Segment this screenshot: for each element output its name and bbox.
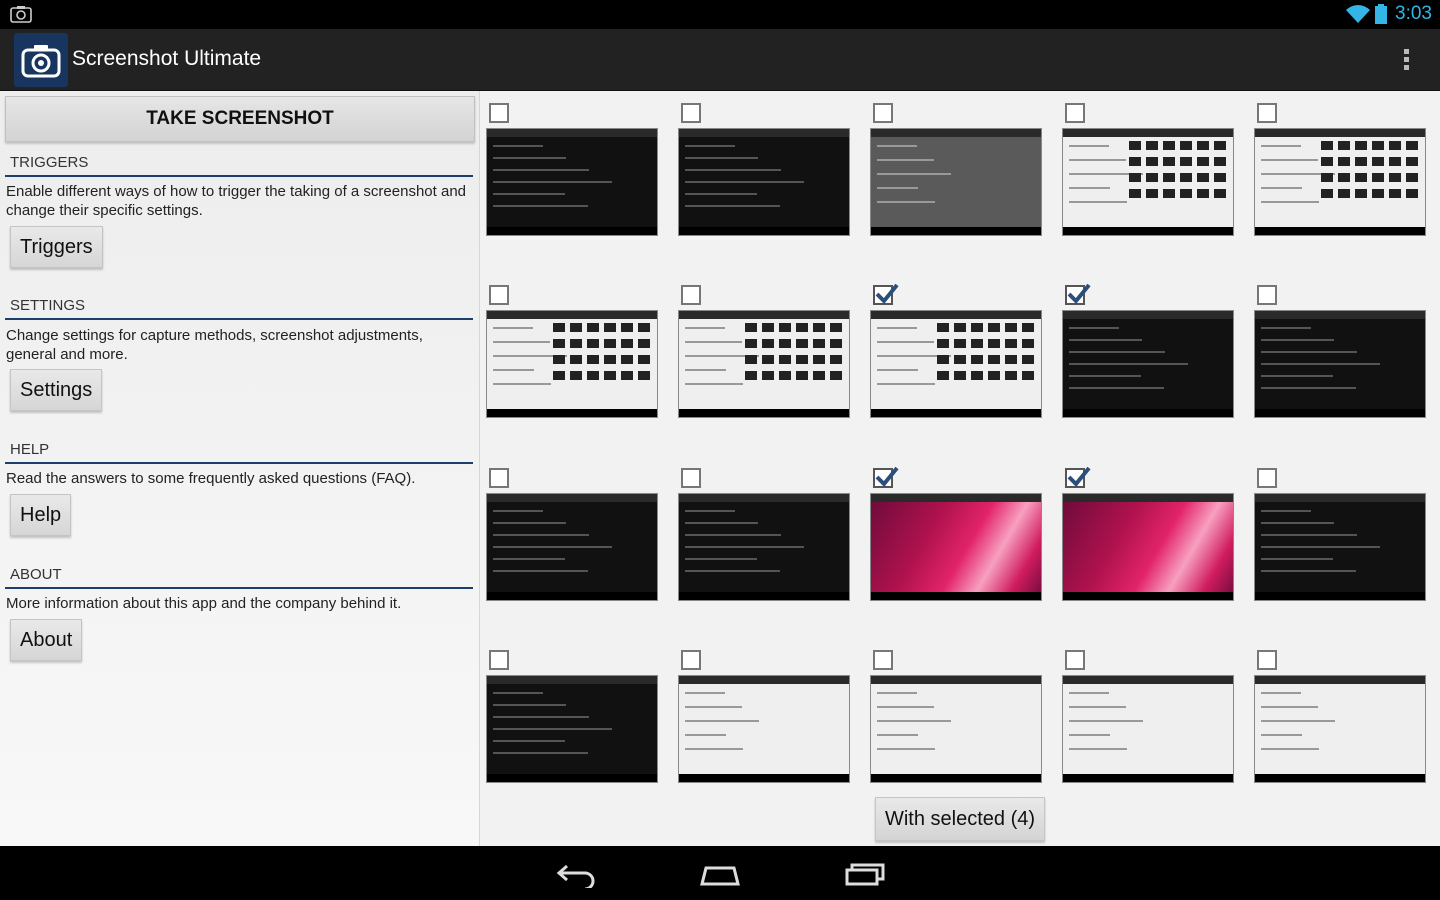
screenshot-thumbnail[interactable] (678, 675, 850, 783)
select-checkbox[interactable] (1257, 103, 1277, 123)
select-checkbox[interactable] (873, 650, 893, 670)
checkmark-icon (875, 466, 899, 487)
battery-icon (1375, 4, 1388, 24)
navigation-bar (0, 846, 1440, 900)
section-desc-about: More information about this app and the … (6, 595, 402, 612)
screenshot-tile[interactable] (1249, 456, 1426, 624)
select-checkbox[interactable] (1065, 466, 1091, 488)
screenshot-thumbnail[interactable] (678, 493, 850, 601)
section-desc-triggers: Enable different ways of how to trigger … (6, 183, 467, 219)
screenshot-tile[interactable] (673, 456, 850, 624)
screenshot-thumbnail[interactable] (678, 128, 850, 236)
settings-button[interactable]: Settings (10, 369, 103, 411)
screenshot-tile[interactable] (673, 638, 850, 806)
section-header-help: HELP (5, 441, 473, 464)
screenshot-thumbnail[interactable] (678, 310, 850, 418)
select-checkbox[interactable] (1065, 103, 1085, 123)
screenshot-tile[interactable] (1249, 91, 1426, 259)
screenshot-thumbnail[interactable] (870, 310, 1042, 418)
checkmark-icon (875, 283, 899, 304)
screenshot-thumbnail[interactable] (870, 493, 1042, 601)
select-checkbox[interactable] (1257, 468, 1277, 488)
screenshot-thumbnail[interactable] (1254, 310, 1426, 418)
take-screenshot-button[interactable]: TAKE SCREENSHOT (5, 96, 475, 142)
section-header-about: ABOUT (5, 566, 473, 589)
screenshot-tile[interactable] (865, 638, 1042, 806)
screenshot-tile[interactable] (865, 273, 1042, 441)
app-title: Screenshot Ultimate (72, 47, 262, 70)
screenshot-tile[interactable] (1057, 638, 1234, 806)
select-checkbox[interactable] (873, 103, 893, 123)
screenshot-thumbnail[interactable] (1254, 675, 1426, 783)
wifi-icon (1346, 5, 1371, 23)
select-checkbox[interactable] (681, 103, 701, 123)
screenshot-thumbnail[interactable] (870, 128, 1042, 236)
back-icon[interactable] (555, 858, 599, 888)
select-checkbox[interactable] (489, 103, 509, 123)
screenshot-thumbnail[interactable] (1062, 128, 1234, 236)
checkmark-icon (1067, 466, 1091, 487)
screenshot-thumbnail[interactable] (486, 493, 658, 601)
section-header-settings: SETTINGS (5, 297, 473, 320)
screenshot-thumbnail[interactable] (1254, 493, 1426, 601)
screenshot-thumbnail[interactable] (486, 675, 658, 783)
action-bar: Screenshot Ultimate (0, 29, 1440, 91)
with-selected-button[interactable]: With selected (4) (875, 797, 1045, 841)
screenshot-thumbnail[interactable] (486, 310, 658, 418)
screenshot-thumbnail[interactable] (1062, 310, 1234, 418)
select-checkbox[interactable] (873, 466, 899, 488)
screenshot-grid (481, 91, 1440, 846)
select-checkbox[interactable] (1065, 650, 1085, 670)
overflow-menu-icon[interactable] (1400, 47, 1414, 73)
select-checkbox[interactable] (681, 285, 701, 305)
help-button[interactable]: Help (10, 494, 72, 536)
checkmark-icon (1067, 283, 1091, 304)
left-panel: TAKE SCREENSHOT TRIGGERS Enable differen… (0, 91, 480, 846)
screenshot-tile[interactable] (673, 273, 850, 441)
screenshot-tile[interactable] (481, 456, 658, 624)
camera-icon[interactable] (14, 33, 68, 87)
select-checkbox[interactable] (489, 468, 509, 488)
section-desc-help: Read the answers to some frequently aske… (6, 470, 416, 487)
screenshot-thumbnail[interactable] (1254, 128, 1426, 236)
screenshot-notification-icon (10, 6, 32, 23)
screenshot-tile[interactable] (1057, 456, 1234, 624)
triggers-button[interactable]: Triggers (10, 226, 103, 268)
screenshot-tile[interactable] (1057, 91, 1234, 259)
select-checkbox[interactable] (681, 650, 701, 670)
screenshot-tile[interactable] (1249, 638, 1426, 806)
select-checkbox[interactable] (681, 468, 701, 488)
screenshot-thumbnail[interactable] (486, 128, 658, 236)
select-checkbox[interactable] (873, 283, 899, 305)
clock: 3:03 (1395, 3, 1432, 24)
select-checkbox[interactable] (489, 650, 509, 670)
screenshot-tile[interactable] (1249, 273, 1426, 441)
section-header-triggers: TRIGGERS (5, 154, 473, 177)
screenshot-thumbnail[interactable] (870, 675, 1042, 783)
about-button[interactable]: About (10, 619, 83, 661)
screenshot-tile[interactable] (481, 91, 658, 259)
screenshot-tile[interactable] (481, 638, 658, 806)
select-checkbox[interactable] (1065, 283, 1091, 305)
status-bar: 3:03 (0, 0, 1440, 29)
screenshot-tile[interactable] (673, 91, 850, 259)
section-desc-settings: Change settings for capture methods, scr… (6, 327, 423, 363)
screenshot-tile[interactable] (865, 91, 1042, 259)
recent-apps-icon[interactable] (843, 858, 887, 888)
screenshot-thumbnail[interactable] (1062, 493, 1234, 601)
home-icon[interactable] (698, 858, 742, 888)
content-area: TAKE SCREENSHOT TRIGGERS Enable differen… (0, 91, 1440, 846)
select-checkbox[interactable] (1257, 285, 1277, 305)
screenshot-thumbnail[interactable] (1062, 675, 1234, 783)
screenshot-tile[interactable] (481, 273, 658, 441)
screenshot-tile[interactable] (1057, 273, 1234, 441)
select-checkbox[interactable] (1257, 650, 1277, 670)
screenshot-tile[interactable] (865, 456, 1042, 624)
select-checkbox[interactable] (489, 285, 509, 305)
